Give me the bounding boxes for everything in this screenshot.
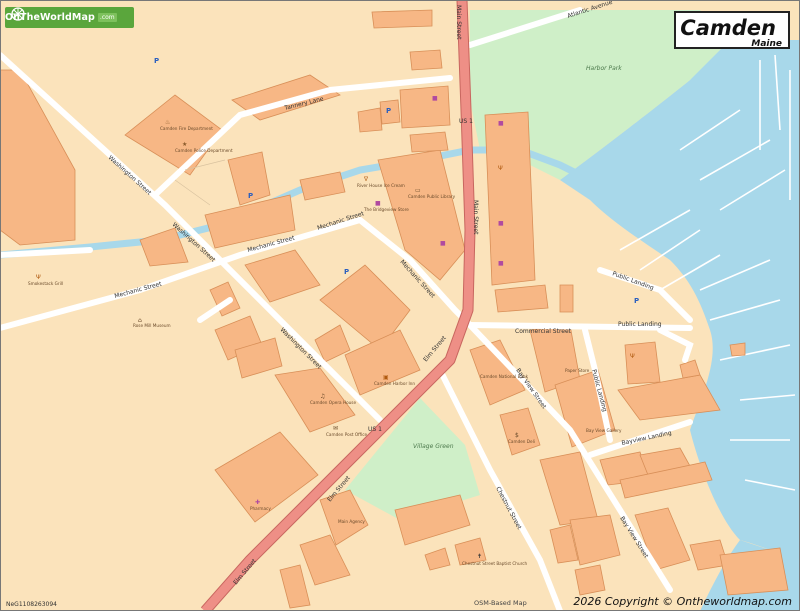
map-canvas[interactable]: Washington Street Washington Street Wash… xyxy=(0,0,800,611)
map-frame xyxy=(0,0,800,611)
